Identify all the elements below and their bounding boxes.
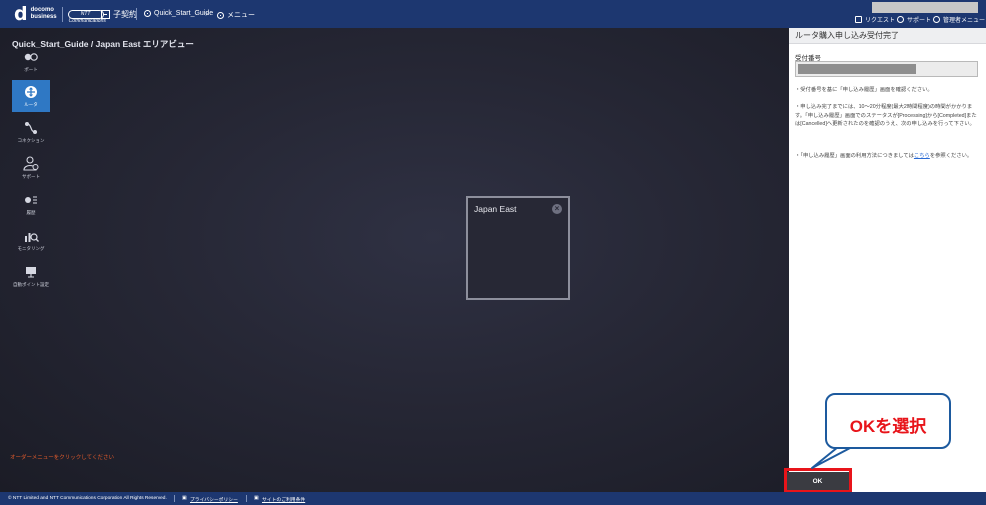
top-header: d docomo business NTT Communications 子契約… <box>0 0 986 28</box>
note-usage: ・「申し込み履歴」画面の利用方法につきましてはこちらを参照ください。 <box>795 153 973 159</box>
connection-icon <box>24 121 38 135</box>
callout-text: OKを選択 <box>849 417 927 436</box>
port-icon <box>24 50 38 64</box>
docomo-business-logo[interactable]: d docomo business NTT Communications <box>14 3 106 25</box>
note-processing-time: ・申し込み完了までには、10〜20分程度(最大2時間程度)の時間がかかります。「… <box>795 104 977 127</box>
sidebar-item-auto-point-setting[interactable]: 自動ポイント設定 <box>12 260 50 292</box>
terms-icon: ▣ <box>254 496 259 501</box>
contract-switch[interactable]: 子契約 <box>101 9 137 20</box>
history-icon <box>24 193 38 207</box>
order-menu-hint: オーダーメニューをクリックしてください <box>10 455 114 461</box>
logo-top-text: docomo <box>30 7 54 13</box>
receipt-number-field[interactable] <box>795 61 978 77</box>
support-link[interactable]: サポート <box>897 15 931 24</box>
sidebar-item-connection[interactable]: コネクション <box>12 116 50 148</box>
terms-link[interactable]: サイトのご利用条件 <box>262 496 305 503</box>
router-icon <box>24 85 38 99</box>
support-icon <box>897 16 904 23</box>
sidebar-item-support[interactable]: サポート <box>12 152 50 184</box>
admin-menu-link[interactable]: 管理者メニュー <box>933 15 985 24</box>
sidebar-item-history[interactable]: 履歴 <box>12 188 50 220</box>
contract-label: 子契約 <box>113 10 137 19</box>
globe-icon <box>144 10 151 17</box>
instruction-callout: OKを選択 <box>825 393 951 449</box>
menu-globe-icon <box>217 11 224 19</box>
privacy-icon: ▣ <box>182 496 187 501</box>
privacy-policy-link[interactable]: プライバシーポリシー <box>190 496 238 503</box>
sidebar-item-router[interactable]: ルータ <box>12 80 50 112</box>
note-check-history: ・受付番号を基に「申し込み履歴」画面を確認ください。 <box>795 87 933 93</box>
region-name: Japan East <box>474 204 517 214</box>
user-info-box <box>872 2 978 13</box>
breadcrumb-project[interactable]: Quick_Start_Guide <box>144 10 213 17</box>
receipt-number-redacted <box>798 64 916 74</box>
contract-icon <box>101 10 110 19</box>
footer: © NTT Limited and NTT Communications Cor… <box>0 492 986 505</box>
breadcrumb-menu[interactable]: メニュー <box>217 10 255 20</box>
breadcrumb-chevron-icon: › <box>205 8 208 18</box>
request-icon <box>855 16 862 23</box>
sidebar-item-port[interactable]: ポート <box>12 45 50 77</box>
area-map-view[interactable]: Quick_Start_Guide / Japan East エリアビュー ポー… <box>0 28 789 492</box>
logo-bottom-text: business <box>30 14 57 20</box>
ntt-communications-logo: NTT Communications <box>67 9 106 24</box>
sidebar-item-monitoring[interactable]: モニタリング <box>12 224 50 256</box>
support-icon <box>23 156 39 171</box>
request-link[interactable]: リクエスト <box>855 15 895 24</box>
close-icon[interactable]: × <box>552 204 562 214</box>
copyright-text: © NTT Limited and NTT Communications Cor… <box>8 496 167 501</box>
monitoring-icon <box>24 229 39 243</box>
ok-highlight-box <box>784 468 852 493</box>
panel-title: ルータ購入申し込み受付完了 <box>789 28 986 44</box>
monitor-screen-icon <box>24 265 38 279</box>
gear-icon <box>933 16 940 23</box>
region-card-japan-east[interactable]: Japan East × <box>466 196 570 300</box>
here-link[interactable]: こちら <box>914 153 930 159</box>
docomo-d-mark: d <box>14 3 28 25</box>
